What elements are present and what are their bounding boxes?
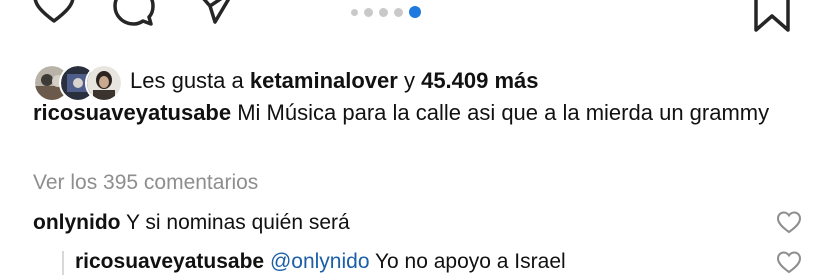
carousel-dots[interactable]: [351, 5, 421, 19]
share-plane-icon[interactable]: [193, 0, 237, 26]
reply-item: ricosuaveyatusabe @onlynido Yo no apoyo …: [75, 247, 566, 277]
carousel-dot-active: [409, 6, 421, 18]
reply-mention[interactable]: @onlynido: [270, 250, 370, 273]
view-all-comments-link[interactable]: Ver los 395 comentarios: [33, 168, 258, 198]
bookmark-save-icon[interactable]: [752, 0, 792, 34]
likes-connector: y: [397, 68, 422, 93]
like-heart-icon[interactable]: [32, 0, 76, 26]
comment-username[interactable]: onlynido: [33, 211, 121, 234]
carousel-dot: [394, 7, 403, 17]
reply-like-heart-icon[interactable]: [776, 251, 802, 275]
avatar: [85, 64, 123, 102]
likes-count[interactable]: 45.409 más: [421, 68, 538, 93]
caption-text: Mi Música para la calle asi que a la mie…: [231, 100, 770, 125]
comment-text: Y si nominas quién será: [120, 211, 350, 234]
reply-text: Yo no apoyo a Israel: [369, 250, 566, 273]
comment-like-heart-icon[interactable]: [776, 211, 802, 235]
reply-username[interactable]: ricosuaveyatusabe: [75, 250, 264, 273]
caption-username[interactable]: ricosuaveyatusabe: [33, 100, 231, 125]
carousel-dot: [351, 8, 358, 16]
comment-bubble-icon[interactable]: [112, 0, 156, 28]
reply-thread-line: [62, 251, 64, 275]
liked-by-username[interactable]: ketaminalover: [250, 68, 398, 93]
carousel-dot: [379, 7, 388, 17]
comment-item: onlynido Y si nominas quién será: [33, 208, 350, 238]
post-caption: ricosuaveyatusabe Mi Música para la call…: [33, 98, 793, 128]
likes-prefix: Les gusta a: [130, 68, 250, 93]
liked-by-avatars[interactable]: [33, 64, 123, 102]
carousel-dot: [364, 7, 373, 17]
likes-summary[interactable]: Les gusta a ketaminalover y 45.409 más: [130, 64, 539, 98]
